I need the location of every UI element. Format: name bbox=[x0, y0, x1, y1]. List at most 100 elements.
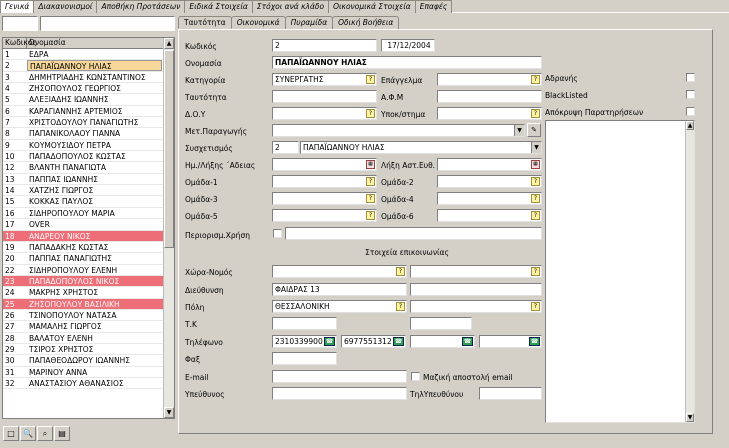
table-row[interactable]: 4 ΖΗΣΟΠΟΥΛΟΣ ΓΕΩΡΓΙΟΣ bbox=[3, 83, 174, 95]
table-row[interactable]: 10 ΠΑΠΑΔΟΠΟΥΛΟΣ ΚΩΣΤΑΣ bbox=[3, 151, 174, 163]
print-icon[interactable]: ▤ bbox=[54, 426, 70, 441]
table-row[interactable]: 32 ΑΝΑΣΤΑΣΙΟΥ ΑΘΑΝΑΣΙΟΣ bbox=[3, 378, 174, 390]
table-row[interactable]: 20 ΠΑΠΠΑΣ ΠΑΝΑΓΙΩΤΗΣ bbox=[3, 253, 174, 265]
notes-scrollbar[interactable]: ▲ ▼ bbox=[685, 121, 694, 422]
sub-tab-0[interactable]: Ταυτότητα bbox=[178, 16, 232, 29]
phone-icon[interactable]: ☎ bbox=[462, 337, 473, 346]
table-row[interactable]: 5 ΑΛΕΞΙΑΔΗΣ ΙΩΑΝΝΗΣ bbox=[3, 94, 174, 106]
col-name-header[interactable]: Ονομασία bbox=[27, 38, 164, 48]
scroll-down-icon[interactable]: ▼ bbox=[164, 407, 174, 418]
table-row[interactable]: 27 ΜΑΜΑΛΗΣ ΓΙΩΡΓΟΣ bbox=[3, 321, 174, 333]
phone-icon[interactable]: ☎ bbox=[529, 337, 540, 346]
lookup-icon[interactable]: ? bbox=[531, 109, 540, 118]
main-tab-2[interactable]: Αποθήκη Προτάσεων bbox=[96, 0, 186, 13]
group6-field[interactable]: ? bbox=[437, 209, 542, 222]
table-row[interactable]: 1 ΕΔΡΑ bbox=[3, 49, 174, 61]
lookup-icon[interactable]: ? bbox=[366, 177, 375, 186]
lookup-icon[interactable]: ? bbox=[531, 302, 540, 311]
main-tab-1[interactable]: Διακανονισμοί bbox=[33, 0, 98, 13]
zip2-field[interactable] bbox=[410, 317, 472, 330]
region-field[interactable]: ? bbox=[410, 265, 542, 278]
code-search-input[interactable] bbox=[2, 16, 38, 31]
group2-field[interactable]: ? bbox=[437, 175, 542, 188]
notes-memo[interactable]: ▲ ▼ bbox=[545, 120, 695, 423]
date-field[interactable]: 17/12/2004 bbox=[381, 39, 435, 52]
table-row[interactable]: 7 ΧΡΙΣΤΟΔΟΥΛΟΥ ΠΑΝΑΓΙΩΤΗΣ bbox=[3, 117, 174, 129]
main-tab-0[interactable]: Γενικά bbox=[0, 0, 35, 13]
hide-notes-checkbox[interactable] bbox=[686, 107, 695, 116]
table-row[interactable]: 16 ΣΙΔΗΡΟΠΟΥΛΟΥ ΜΑΡΙΑ bbox=[3, 208, 174, 220]
lookup-icon[interactable]: ? bbox=[531, 75, 540, 84]
table-row[interactable]: 14 ΧΑΤΖΗΣ ΓΙΩΡΓΟΣ bbox=[3, 185, 174, 197]
group1-field[interactable]: ? bbox=[272, 175, 377, 188]
sub-tab-1[interactable]: Οικονομικά bbox=[230, 16, 286, 29]
address2-field[interactable] bbox=[410, 283, 542, 296]
sub-tab-2[interactable]: Πυραμίδα bbox=[284, 16, 334, 29]
table-row[interactable]: 9 ΚΟΥΜΟΥΣΙΔΟΥ ΠΕΤΡΑ bbox=[3, 140, 174, 152]
table-row[interactable]: 18 ΑΝΔΡΕΟΥ ΝΙΚΟΣ bbox=[3, 230, 174, 242]
table-row[interactable]: 23 ΠΑΠΑΔΟΠΟΥΛΟΣ ΝΙΚΟΣ bbox=[3, 275, 174, 288]
group3-field[interactable]: ? bbox=[272, 192, 377, 205]
email-field[interactable] bbox=[272, 370, 407, 383]
inactive-checkbox[interactable] bbox=[686, 73, 695, 82]
table-row[interactable]: 3 ΔΗΜΗΤΡΙΑΔΗΣ ΚΩΝΣΤΑΝΤΙΝΟΣ bbox=[3, 72, 174, 84]
scroll-up-icon[interactable]: ▲ bbox=[686, 121, 694, 130]
lookup-icon[interactable]: ? bbox=[366, 211, 375, 220]
producer-dropdown[interactable]: ▼ bbox=[272, 124, 525, 137]
lookup-icon[interactable]: ? bbox=[531, 194, 540, 203]
address-field[interactable]: ΦΑΙΔΡΑΣ 13 bbox=[272, 283, 407, 296]
table-row[interactable]: 22 ΣΙΔΗΡΟΠΟΥΛΟΥ ΕΛΕΝΗ bbox=[3, 265, 174, 276]
city2-field[interactable]: ? bbox=[410, 300, 542, 313]
calendar-icon[interactable]: ▦ bbox=[366, 160, 375, 169]
table-row[interactable]: 31 ΜΑΡΙΝΟΥ ΑΝΝΑ bbox=[3, 367, 174, 378]
table-row[interactable]: 12 ΒΛΑΝΤΗ ΠΑΝΑΓΙΩΤΑ bbox=[3, 162, 174, 174]
branch-field[interactable]: ? bbox=[437, 107, 542, 120]
zip-field[interactable] bbox=[272, 317, 337, 330]
table-row[interactable]: 24 ΜΑΚΡΗΣ ΧΡΗΣΤΟΣ bbox=[3, 287, 174, 299]
calendar-icon[interactable]: ▦ bbox=[531, 160, 540, 169]
blacklisted-checkbox[interactable] bbox=[686, 90, 695, 99]
scroll-thumb[interactable] bbox=[164, 50, 174, 248]
group4-field[interactable]: ? bbox=[437, 192, 542, 205]
lookup-icon[interactable]: ? bbox=[366, 194, 375, 203]
partner-code-field[interactable]: 2 bbox=[272, 141, 299, 154]
table-row[interactable]: 15 ΚΟΚΚΑΣ ΠΑΥΛΟΣ bbox=[3, 196, 174, 208]
license-date-field[interactable]: ▦ bbox=[272, 158, 377, 171]
new-document-icon[interactable]: □ bbox=[3, 426, 19, 441]
profession-field[interactable]: ? bbox=[437, 73, 542, 86]
phone2-field[interactable]: 6977551312 ☎ bbox=[341, 335, 406, 348]
lookup-icon[interactable]: ? bbox=[366, 75, 375, 84]
main-tab-6[interactable]: Επαφές bbox=[414, 0, 453, 13]
insurance-date-field[interactable]: ▦ bbox=[437, 158, 542, 171]
table-row[interactable]: 19 ΠΑΠΑΔΑΚΗΣ ΚΩΣΤΑΣ bbox=[3, 242, 174, 254]
lookup-icon[interactable]: ? bbox=[531, 267, 540, 276]
chevron-down-icon[interactable]: ▼ bbox=[531, 142, 541, 153]
table-row[interactable]: 13 ΠΑΠΠΑΣ ΙΩΑΝΝΗΣ bbox=[3, 174, 174, 186]
table-row[interactable]: 29 ΤΣΙΡΟΣ ΧΡΗΣΤΟΣ bbox=[3, 344, 174, 356]
name-field[interactable]: ΠΑΠΑΪΩΑΝΝΟΥ ΗΛΙΑΣ bbox=[272, 56, 542, 69]
table-row[interactable]: 17 OVER bbox=[3, 219, 174, 231]
manager-field[interactable] bbox=[272, 387, 407, 400]
main-tab-3[interactable]: Ειδικά Στοιχεία bbox=[184, 0, 253, 13]
lookup-icon[interactable]: ? bbox=[396, 302, 405, 311]
doy-field[interactable]: ? bbox=[272, 107, 377, 120]
col-code-header[interactable]: Κωδικός bbox=[3, 38, 37, 48]
advanced-search-icon[interactable]: ⌕ bbox=[37, 426, 53, 441]
phone4-field[interactable]: ☎ bbox=[479, 335, 542, 348]
scroll-down-icon[interactable]: ▼ bbox=[686, 413, 694, 422]
scroll-up-icon[interactable]: ▲ bbox=[164, 38, 174, 49]
producer-edit-icon[interactable]: ✎ bbox=[527, 123, 541, 137]
manager-phone-field[interactable] bbox=[479, 387, 542, 400]
restricted-checkbox[interactable] bbox=[273, 229, 282, 238]
name-search-input[interactable] bbox=[40, 16, 175, 31]
code-field[interactable]: 2 bbox=[272, 39, 377, 52]
table-row[interactable]: 25 ΖΗΣΟΠΟΥΛΟΥ ΒΑΣΙΛΙΚΗ bbox=[3, 298, 174, 310]
phone-icon[interactable]: ☎ bbox=[324, 337, 335, 346]
country-field[interactable]: ? bbox=[272, 265, 407, 278]
phone-icon[interactable]: ☎ bbox=[393, 337, 404, 346]
partner-name-dropdown[interactable]: ΠΑΠΑΪΩΑΝΝΟΥ ΗΛΙΑΣ ▼ bbox=[300, 141, 542, 154]
fax-field[interactable] bbox=[272, 352, 337, 365]
afm-field[interactable] bbox=[437, 90, 542, 103]
restricted-field[interactable] bbox=[285, 227, 542, 240]
table-row[interactable]: 6 ΚΑΡΑΓΙΑΝΝΗΣ ΑΡΤΕΜΙΟΣ bbox=[3, 106, 174, 118]
